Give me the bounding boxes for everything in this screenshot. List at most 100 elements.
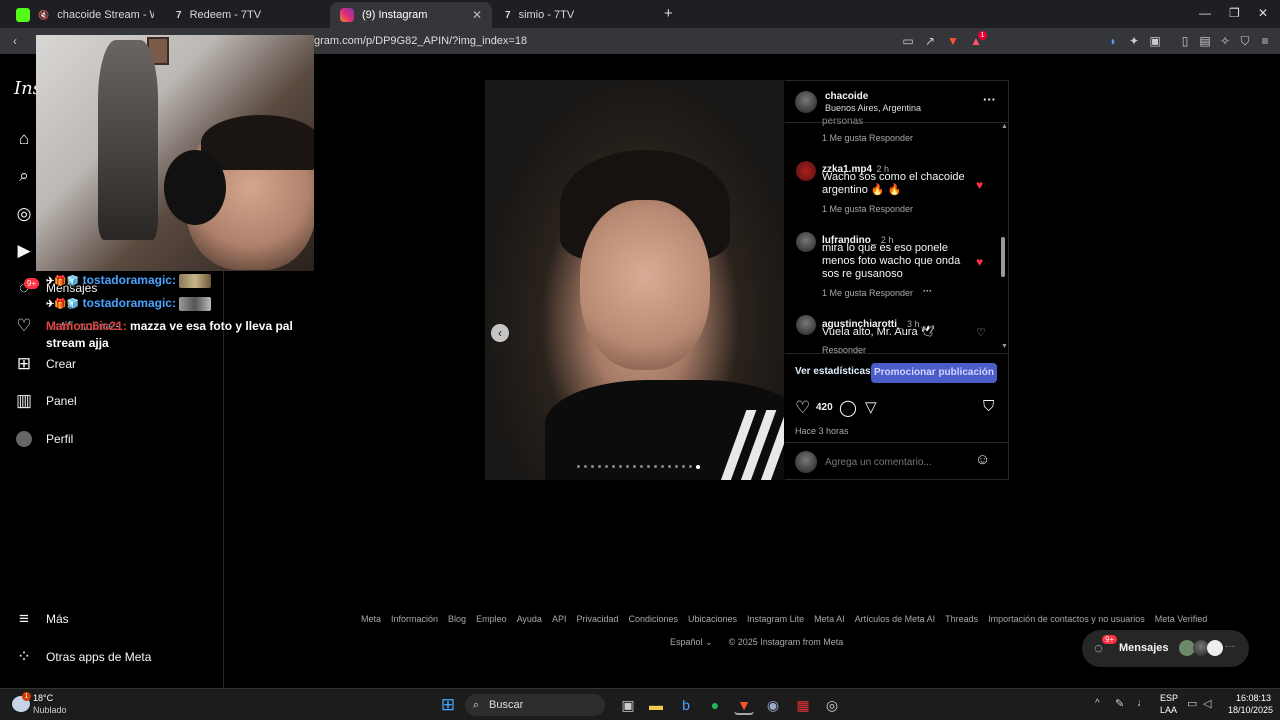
- heart-icon[interactable]: ♡: [976, 326, 986, 339]
- footer-link[interactable]: Ayuda: [517, 614, 542, 624]
- more-options-button[interactable]: ···: [983, 92, 996, 107]
- leo-ai-icon[interactable]: ✧: [1218, 34, 1232, 48]
- tab-simio-7tv[interactable]: 7 simio - 7TV: [495, 2, 655, 28]
- taskbar-search[interactable]: ⌕ Buscar: [465, 694, 605, 716]
- commenter-avatar[interactable]: [796, 161, 816, 181]
- keyboard-layout[interactable]: LAA: [1160, 705, 1177, 715]
- steam-icon[interactable]: ◉: [763, 695, 783, 715]
- post-location[interactable]: Buenos Aires, Argentina: [825, 103, 921, 113]
- footer-link[interactable]: Artículos de Meta AI: [855, 614, 936, 624]
- footer-link[interactable]: Meta: [361, 614, 381, 624]
- sidebar-item-reels[interactable]: ▶: [14, 241, 34, 261]
- tab-instagram[interactable]: (9) Instagram ✕: [330, 2, 492, 28]
- sidebar-item-profile[interactable]: Perfil: [14, 429, 73, 449]
- close-window-icon[interactable]: ✕: [1258, 6, 1268, 20]
- close-tab-icon[interactable]: ✕: [472, 8, 482, 22]
- weather-temp[interactable]: 18°C: [33, 693, 53, 703]
- brave-shield-icon[interactable]: ▼: [946, 34, 960, 48]
- sidebar-toggle-icon[interactable]: ▯: [1178, 34, 1192, 48]
- liked-heart-icon[interactable]: ♥: [976, 255, 983, 269]
- back-icon[interactable]: ‹: [8, 34, 22, 48]
- audio-icon[interactable]: ◗: [1106, 34, 1120, 48]
- scroll-up-icon[interactable]: ▲: [1001, 123, 1008, 130]
- footer-link[interactable]: Instagram Lite: [747, 614, 804, 624]
- sidebar-item-search[interactable]: ⌕: [14, 166, 34, 186]
- tray-app-icon[interactable]: ✎: [1115, 697, 1124, 710]
- volume-icon[interactable]: ◁: [1203, 697, 1211, 710]
- app-icon[interactable]: ▦: [793, 695, 813, 715]
- tray-chevron-icon[interactable]: ^: [1095, 698, 1100, 709]
- footer-link[interactable]: Blog: [448, 614, 466, 624]
- tab-search-icon[interactable]: ▣: [1148, 34, 1162, 48]
- weather-desc[interactable]: Nublado: [33, 705, 67, 715]
- post-image[interactable]: [485, 80, 784, 480]
- microphone-icon[interactable]: ♩: [1137, 697, 1148, 709]
- obs-icon[interactable]: ◎: [822, 695, 842, 715]
- new-tab-button[interactable]: +: [664, 5, 673, 22]
- sidebar-item-meta-apps[interactable]: ⁘ Otras apps de Meta: [14, 647, 152, 667]
- comment-likes[interactable]: 1 Me gusta: [822, 204, 867, 214]
- sidebar-item-explore[interactable]: ◎: [14, 204, 34, 224]
- comment-likes[interactable]: 1 Me gusta: [822, 288, 867, 298]
- footer-link[interactable]: Meta AI: [814, 614, 845, 624]
- bookmark-icon[interactable]: ⛉: [983, 398, 994, 415]
- carousel-prev-button[interactable]: ‹: [491, 324, 509, 342]
- share-icon[interactable]: ↗: [923, 34, 937, 48]
- footer-link[interactable]: Meta Verified: [1155, 614, 1208, 624]
- liked-heart-icon[interactable]: ♥: [976, 178, 983, 192]
- comment-icon[interactable]: ◯: [839, 398, 857, 418]
- scroll-down-icon[interactable]: ▼: [1001, 343, 1008, 350]
- reply-button[interactable]: Responder: [822, 345, 866, 353]
- spotify-icon[interactable]: ●: [705, 695, 725, 715]
- extensions-icon[interactable]: ✦: [1127, 34, 1141, 48]
- clock-time[interactable]: 16:08:13: [1236, 693, 1271, 703]
- language-selector[interactable]: Español ⌄: [670, 637, 713, 648]
- tab-kick-stream[interactable]: 🔇 chacoide Stream - Watch Live on: [6, 2, 164, 28]
- footer-link[interactable]: Importación de contactos y no usuarios: [988, 614, 1145, 624]
- promote-post-button[interactable]: Promocionar publicación: [871, 363, 997, 383]
- comment-likes[interactable]: 1 Me gusta: [822, 133, 867, 143]
- comment-input[interactable]: [825, 455, 965, 469]
- wallet-icon[interactable]: ▤: [1198, 34, 1212, 48]
- reply-button[interactable]: Responder: [869, 204, 913, 214]
- cast-icon[interactable]: ▭: [901, 34, 915, 48]
- commenter-avatar[interactable]: [796, 232, 816, 252]
- footer-link[interactable]: Threads: [945, 614, 978, 624]
- emoji-icon[interactable]: ☺: [975, 451, 990, 468]
- input-language[interactable]: ESP: [1160, 693, 1178, 703]
- sidebar-item-dashboard[interactable]: ▥ Panel: [14, 391, 77, 411]
- footer-link[interactable]: Información: [391, 614, 438, 624]
- sidebar-item-home[interactable]: ⌂: [14, 129, 34, 149]
- footer-link[interactable]: API: [552, 614, 567, 624]
- vpn-icon[interactable]: ⛉: [1238, 34, 1252, 48]
- share-icon[interactable]: ▽: [865, 398, 877, 416]
- messages-pill[interactable]: ◌ 9+ Mensajes ···: [1082, 630, 1249, 667]
- like-icon[interactable]: ♡: [795, 398, 810, 418]
- start-icon[interactable]: ⊞: [438, 695, 458, 715]
- footer-link[interactable]: Empleo: [476, 614, 507, 624]
- tab-redeem-7tv[interactable]: 7 Redeem - 7TV: [166, 2, 326, 28]
- footer-link[interactable]: Privacidad: [576, 614, 618, 624]
- file-explorer-icon[interactable]: ▬: [646, 695, 666, 715]
- commenter-avatar[interactable]: [796, 315, 816, 335]
- author-avatar[interactable]: [795, 91, 817, 113]
- sidebar-item-more[interactable]: ≡ Más: [14, 609, 69, 629]
- footer-link[interactable]: Ubicaciones: [688, 614, 737, 624]
- reply-button[interactable]: Responder: [869, 133, 913, 143]
- menu-icon[interactable]: ≡: [1258, 34, 1272, 48]
- author-username[interactable]: chacoide: [825, 91, 868, 102]
- like-count[interactable]: 420: [816, 402, 833, 413]
- reply-button[interactable]: Responder: [869, 288, 913, 298]
- clock-date[interactable]: 18/10/2025: [1228, 705, 1273, 715]
- address-bar[interactable]: gram.com/p/DP9G82_APIN/?img_index=18: [300, 31, 950, 51]
- task-view-icon[interactable]: ▣: [618, 695, 638, 715]
- network-icon[interactable]: ▭: [1187, 697, 1197, 710]
- minimize-icon[interactable]: —: [1199, 6, 1211, 20]
- maximize-icon[interactable]: ❐: [1229, 6, 1240, 20]
- bing-icon[interactable]: b: [676, 695, 696, 715]
- footer-link[interactable]: Condiciones: [628, 614, 678, 624]
- comment-options-button[interactable]: ···: [923, 286, 932, 296]
- sidebar-item-create[interactable]: ⊞ Crear: [14, 354, 76, 374]
- brave-browser-icon[interactable]: ▼: [734, 695, 754, 715]
- view-insights-link[interactable]: Ver estadísticas: [795, 366, 871, 377]
